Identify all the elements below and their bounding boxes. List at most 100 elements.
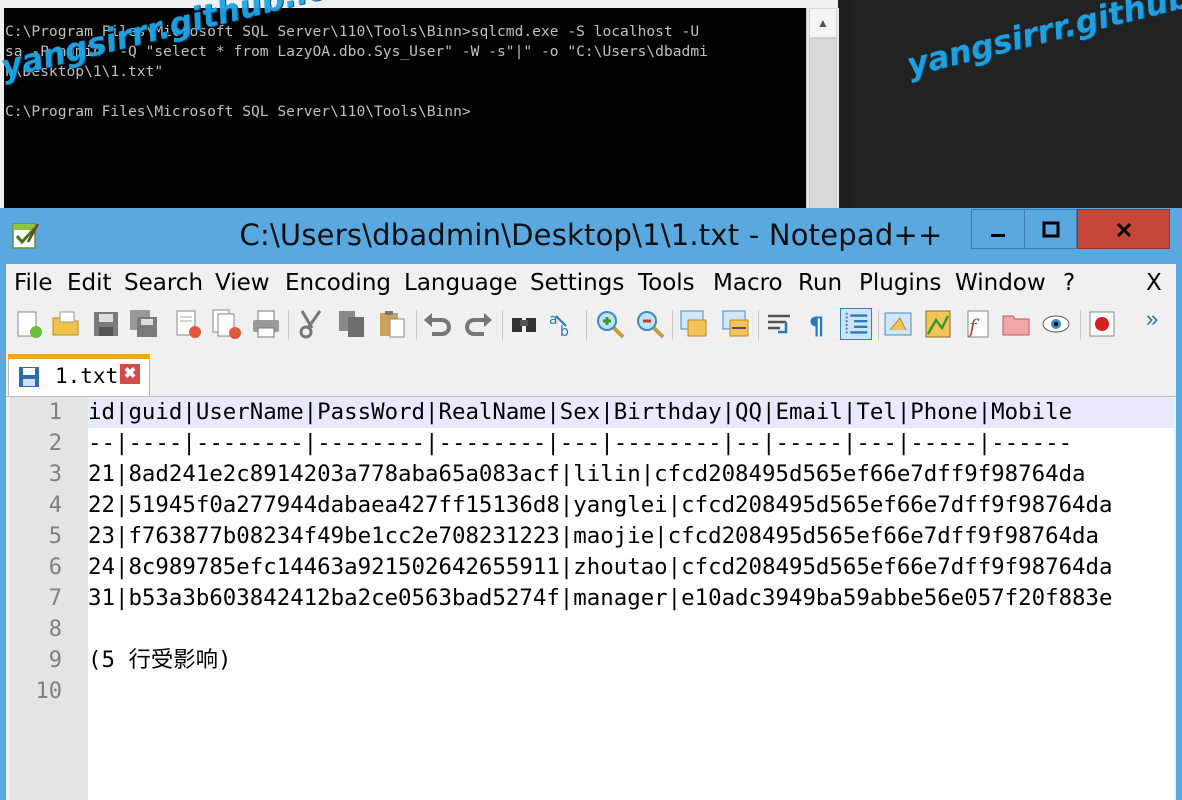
show-all-chars-icon[interactable]: ¶ [802, 308, 834, 340]
console-line: C:\Program Files\Microsoft SQL Server\11… [5, 103, 471, 120]
notepadpp-window: C:\Users\dbadmin\Desktop\1\1.txt - Notep… [0, 208, 1182, 800]
line-text: 23|f763877b08234f49be1cc2e708231223|maoj… [88, 523, 1100, 549]
svg-text:¶: ¶ [809, 312, 824, 340]
svg-text:b: b [560, 324, 569, 340]
toolbar-separator [672, 310, 673, 340]
print-icon[interactable] [250, 308, 282, 340]
menu-macro[interactable]: Macro [713, 270, 783, 296]
maximize-icon [1042, 221, 1059, 238]
active-tab-indicator [8, 354, 150, 359]
editor-line: 1 id|guid|UserName|PassWord|RealName|Sex|… [10, 397, 1174, 428]
sync-horizontal-icon[interactable] [720, 308, 752, 340]
toolbar-separator [502, 310, 503, 340]
line-text: id|guid|UserName|PassWord|RealName|Sex|B… [88, 399, 1073, 425]
menu-settings[interactable]: Settings [530, 270, 624, 296]
close-all-icon[interactable] [210, 308, 242, 340]
editor-line: 10 [10, 676, 1174, 707]
menu-encoding[interactable]: Encoding [285, 270, 391, 296]
line-number: 1 [48, 400, 62, 425]
cut-icon[interactable] [296, 308, 328, 340]
sync-vertical-icon[interactable] [678, 308, 710, 340]
line-text: 31|b53a3b603842412ba2ce0563bad5274f|mana… [88, 585, 1113, 611]
monitoring-icon[interactable] [1040, 308, 1072, 340]
copy-icon[interactable] [336, 308, 368, 340]
line-text: (5 行受影响) [88, 647, 232, 673]
editor-line: 6 24|8c989785efc14463a921502642655911|zho… [10, 552, 1174, 583]
window-client: File Edit Search View Encoding Language … [6, 264, 1176, 800]
menu-window[interactable]: Window [955, 270, 1046, 296]
editor-line: 8 [10, 614, 1174, 645]
toolbar-overflow-icon[interactable]: » [1146, 306, 1158, 332]
tab-close-icon[interactable]: ✖ [120, 364, 140, 384]
title-bar[interactable]: C:\Users\dbadmin\Desktop\1\1.txt - Notep… [0, 208, 1182, 264]
menu-tools[interactable]: Tools [638, 270, 695, 296]
toolbar-separator [758, 310, 759, 340]
toolbar-separator [416, 310, 417, 340]
new-icon[interactable] [12, 308, 44, 340]
line-number: 3 [48, 462, 62, 487]
redo-icon[interactable] [462, 308, 494, 340]
line-text: --|----|--------|--------|--------|---|-… [88, 430, 1073, 456]
minimize-icon [991, 234, 1005, 237]
menu-close-doc[interactable]: X [1146, 270, 1162, 296]
editor-line: 5 23|f763877b08234f49be1cc2e708231223|mao… [10, 521, 1174, 552]
undo-icon[interactable] [422, 308, 454, 340]
scroll-up-icon[interactable]: ▲ [809, 8, 837, 38]
document-map-icon[interactable] [922, 308, 954, 340]
find-icon[interactable] [508, 308, 540, 340]
editor-line: 9 (5 行受影响) [10, 645, 1174, 676]
toolbar: ab ¶ f » [6, 304, 1176, 346]
save-all-icon[interactable] [128, 308, 160, 340]
menu-view[interactable]: View [215, 270, 270, 296]
toolbar-separator [1080, 310, 1081, 340]
indent-guide-icon[interactable] [840, 308, 872, 340]
svg-text:a: a [549, 312, 558, 328]
save-icon[interactable] [90, 308, 122, 340]
console-scrollbar[interactable]: ▲ [806, 8, 839, 212]
line-text: 22|51945f0a277944dabaea427ff15136d8|yang… [88, 492, 1113, 518]
zoom-out-icon[interactable] [634, 308, 666, 340]
zoom-in-icon[interactable] [594, 308, 626, 340]
paste-icon[interactable] [376, 308, 408, 340]
line-number: 7 [48, 586, 62, 611]
line-number: 10 [35, 679, 63, 704]
line-number: 9 [48, 648, 62, 673]
close-button[interactable] [1077, 209, 1170, 249]
menu-help[interactable]: ? [1063, 270, 1075, 296]
editor-line: 2 --|----|--------|--------|--------|---|… [10, 428, 1174, 459]
line-text: 24|8c989785efc14463a921502642655911|zhou… [88, 554, 1113, 580]
toolbar-separator [288, 310, 289, 340]
replace-icon[interactable]: ab [546, 308, 578, 340]
folder-workspace-icon[interactable] [1000, 308, 1032, 340]
line-number: 5 [48, 524, 62, 549]
minimize-button[interactable] [971, 209, 1025, 249]
word-wrap-icon[interactable] [764, 308, 796, 340]
editor-line: 7 31|b53a3b603842412ba2ce0563bad5274f|man… [10, 583, 1174, 614]
line-number: 4 [48, 493, 62, 518]
menu-run[interactable]: Run [798, 270, 842, 296]
menu-plugins[interactable]: Plugins [859, 270, 941, 296]
menu-bar: File Edit Search View Encoding Language … [6, 264, 1176, 304]
function-list-icon[interactable]: f [962, 308, 994, 340]
maximize-button[interactable] [1025, 209, 1077, 249]
line-number: 6 [48, 555, 62, 580]
tab-bar: 1.txt ✖ [6, 346, 1176, 397]
menu-edit[interactable]: Edit [67, 270, 112, 296]
user-language-icon[interactable] [882, 308, 914, 340]
close-icon [1116, 222, 1131, 238]
open-icon[interactable] [50, 308, 82, 340]
menu-file[interactable]: File [14, 270, 53, 296]
scroll-thumb[interactable] [809, 38, 837, 212]
close-file-icon[interactable] [172, 308, 204, 340]
editor-line: 4 22|51945f0a277944dabaea427ff15136d8|yan… [10, 490, 1174, 521]
menu-search[interactable]: Search [124, 270, 203, 296]
line-text: 21|8ad241e2c8914203a778aba65a083acf|lili… [88, 461, 1086, 487]
toolbar-separator [586, 310, 587, 340]
menu-language[interactable]: Language [404, 270, 518, 296]
tab-label: 1.txt [55, 364, 119, 388]
record-macro-icon[interactable] [1086, 308, 1118, 340]
text-editor[interactable]: 1 id|guid|UserName|PassWord|RealName|Sex|… [10, 397, 1174, 800]
tab-1-txt[interactable]: 1.txt ✖ [8, 354, 150, 396]
line-number: 8 [48, 617, 62, 642]
editor-line: 3 21|8ad241e2c8914203a778aba65a083acf|lil… [10, 459, 1174, 490]
